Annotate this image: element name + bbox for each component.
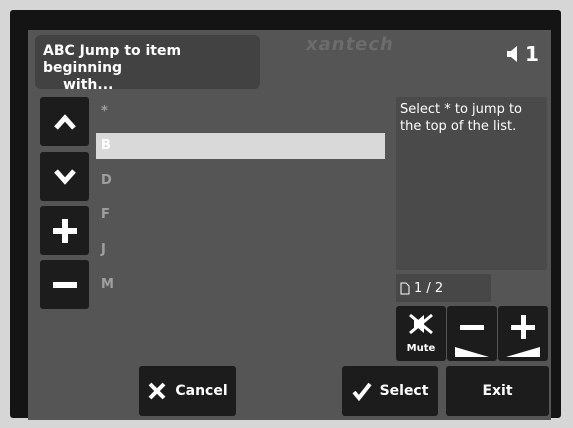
list-item[interactable]: * — [96, 99, 385, 125]
scroll-down-button[interactable] — [40, 152, 89, 201]
select-label: Select — [379, 383, 429, 399]
plus-icon — [52, 218, 77, 243]
exit-label: Exit — [482, 383, 513, 399]
list-item[interactable]: M — [96, 272, 385, 298]
select-button[interactable]: Select — [342, 366, 438, 416]
exit-button[interactable]: Exit — [446, 366, 549, 416]
checkmark-icon — [352, 382, 372, 401]
mute-label: Mute — [406, 343, 436, 354]
volume-down-button[interactable] — [447, 306, 497, 361]
mute-icon — [409, 313, 433, 335]
minus-button[interactable] — [40, 260, 89, 309]
cancel-label: Cancel — [175, 383, 228, 399]
scroll-up-button[interactable] — [40, 97, 89, 146]
list-item-selected[interactable]: B — [96, 133, 385, 159]
header-title-line1: ABC Jump to item beginning — [43, 43, 182, 76]
volume-up-icon — [506, 315, 540, 357]
zone-number: 1 — [525, 42, 539, 66]
header-title-line2: with... — [63, 77, 114, 93]
volume-down-icon — [455, 325, 489, 357]
speaker-icon — [507, 46, 517, 62]
cancel-button[interactable]: Cancel — [139, 366, 236, 416]
minus-icon — [52, 281, 77, 288]
chevron-up-icon — [53, 113, 76, 130]
list-item[interactable]: J — [96, 237, 385, 263]
brand-logo: xantech — [306, 34, 394, 55]
page-icon — [400, 282, 410, 294]
help-text: Select * to jump to the top of the list. — [396, 97, 547, 270]
list-item[interactable]: D — [96, 168, 385, 194]
close-icon — [148, 382, 166, 400]
plus-button[interactable] — [40, 206, 89, 255]
chevron-down-icon — [53, 168, 76, 185]
page-indicator: 1 / 2 — [396, 274, 491, 302]
mute-button[interactable]: Mute — [396, 306, 446, 361]
list-item[interactable]: F — [96, 202, 385, 228]
header-title: ABC Jump to item beginning with... — [35, 35, 260, 93]
volume-up-button[interactable] — [498, 306, 548, 361]
volume-indicator: 1 — [507, 42, 539, 66]
page-number: 1 / 2 — [414, 280, 444, 296]
